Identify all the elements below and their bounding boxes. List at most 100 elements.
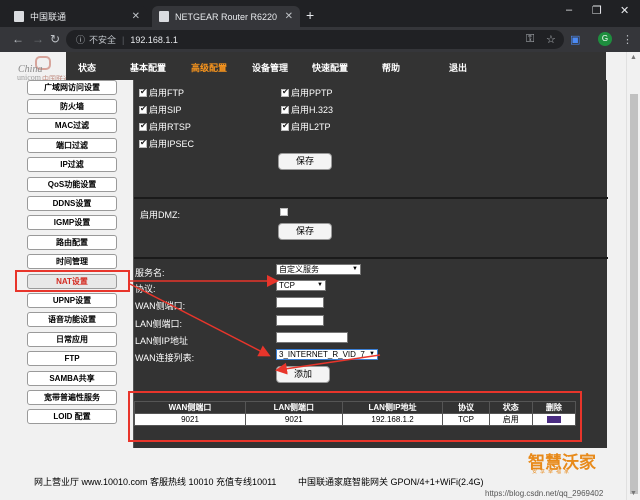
save-alg-button[interactable]: 保存 [278, 153, 332, 170]
sidebar-item-mac-filter[interactable]: MAC过滤 [27, 118, 117, 133]
footer-device: 中国联通家庭智能网关 GPON/4+1+WiFi(2.4G) [298, 477, 484, 487]
reload-icon[interactable]: ↻ [50, 32, 60, 46]
csdn-url-watermark: https://blog.csdn.net/qq_2969402 [485, 489, 604, 498]
wan-connection-label: WAN连接列表: [135, 353, 195, 363]
check-icon: ✔ [282, 103, 289, 113]
check-icon: ✔ [140, 120, 147, 130]
star-icon[interactable]: ☆ [546, 33, 556, 46]
footer-contact: 网上营业厅 www.10010.com 客服热线 10010 充值专线10011 [34, 477, 277, 487]
sip-alg-checkbox[interactable]: ✔ 启用SIP [139, 103, 182, 116]
new-tab-button[interactable]: + [306, 7, 314, 23]
nav-advanced-config[interactable]: 高级配置 [191, 61, 227, 74]
translate-icon[interactable]: ▣ [570, 33, 580, 46]
sidebar-item-firewall[interactable]: 防火墙 [27, 99, 117, 114]
sidebar-item-broadband[interactable]: 宽带普遍性服务 [27, 390, 117, 405]
tab-china-unicom[interactable]: 中国联通 ✕ [7, 6, 147, 27]
lan-ip-cell: 192.168.1.2 [341, 413, 444, 426]
profile-avatar[interactable]: G [598, 32, 612, 46]
maximize-button[interactable]: ❐ [592, 4, 602, 17]
rtsp-alg-checkbox[interactable]: ✔ 启用RTSP [139, 120, 191, 133]
sidebar-item-wan-access[interactable]: 广域网访问设置 [27, 80, 117, 95]
check-icon: ✔ [140, 103, 147, 113]
column-header: WAN侧端口 [133, 401, 247, 414]
dropdown-arrow-icon: ▼ [369, 351, 375, 357]
nat-highlight-box [15, 270, 130, 292]
sidebar-item-voice[interactable]: 语音功能设置 [27, 312, 117, 327]
sidebar-item-ip-filter[interactable]: IP过滤 [27, 157, 117, 172]
ftp-alg-checkbox[interactable]: ✔ 启用FTP [139, 86, 184, 99]
h323-alg-checkbox[interactable]: ✔ 启用H.323 [281, 103, 333, 116]
nav-basic-config[interactable]: 基本配置 [130, 61, 166, 74]
page-scrollbar[interactable]: ▲ ▼ [626, 52, 640, 500]
save-dmz-button[interactable]: 保存 [278, 223, 332, 240]
scroll-up-icon[interactable]: ▲ [630, 54, 637, 61]
close-tab-icon[interactable]: ✕ [285, 11, 293, 22]
protocol-select[interactable]: TCP ▼ [276, 280, 326, 291]
tab-title: 中国联通 [30, 12, 67, 22]
scroll-down-icon[interactable]: ▼ [630, 490, 637, 497]
sidebar-item-samba[interactable]: SAMBA共享 [27, 371, 117, 386]
sidebar-item-ddns[interactable]: DDNS设置 [27, 196, 117, 211]
scroll-thumb[interactable] [630, 94, 638, 494]
protocol-cell: TCP [442, 413, 490, 426]
column-header: LAN侧IP地址 [341, 401, 444, 414]
column-header: LAN侧端口 [245, 401, 343, 414]
sidebar-item-qos[interactable]: QoS功能设置 [27, 177, 117, 192]
section-divider [134, 257, 608, 259]
service-name-select[interactable]: 自定义服务 ▼ [276, 264, 361, 275]
dmz-checkbox[interactable] [280, 208, 290, 216]
nav-quick-config[interactable]: 快速配置 [312, 61, 348, 74]
wan-port-input[interactable] [276, 297, 324, 308]
service-name-label: 服务名: [135, 268, 165, 278]
lan-port-cell: 9021 [245, 413, 343, 426]
wan-port-cell: 9021 [133, 413, 247, 426]
nav-logout[interactable]: 退出 [449, 61, 467, 74]
forward-icon[interactable]: → [32, 32, 44, 46]
browser-toolbar: ← → ↻ ⓘ 不安全 | 192.168.1.1 ⚿ ☆ ▣ G ⋮ [0, 27, 640, 52]
check-icon: ✔ [140, 137, 147, 147]
sidebar-item-ftp[interactable]: FTP [27, 351, 117, 366]
wan-connection-select[interactable]: 3_INTERNET_R_VID_7 ▼ [276, 349, 378, 360]
sidebar-item-port-filter[interactable]: 端口过滤 [27, 138, 117, 153]
lan-ip-label: LAN侧IP地址 [135, 336, 189, 346]
back-icon[interactable]: ← [12, 32, 24, 46]
close-tab-icon[interactable]: ✕ [132, 11, 140, 22]
dropdown-arrow-icon: ▼ [317, 282, 323, 288]
lan-port-label: LAN侧端口: [135, 319, 183, 329]
close-window-button[interactable]: ✕ [620, 4, 629, 17]
page-icon [159, 11, 169, 22]
status-cell: 启用 [488, 413, 533, 426]
nav-status[interactable]: 状态 [78, 61, 96, 74]
sidebar-item-upnp[interactable]: UPNP设置 [27, 293, 117, 308]
add-rule-button[interactable]: 添加 [276, 366, 330, 383]
ipsec-alg-checkbox[interactable]: ✔ 启用IPSEC [139, 137, 194, 150]
sidebar-item-loid[interactable]: LOID 配置 [27, 409, 117, 424]
sidebar-item-time[interactable]: 时间管理 [27, 254, 117, 269]
key-icon[interactable]: ⚿ [526, 33, 534, 46]
column-header: 协议 [442, 401, 490, 414]
menu-dots-icon[interactable]: ⋮ [622, 33, 633, 46]
page-icon [14, 11, 24, 22]
tab-netgear[interactable]: NETGEAR Router R6220 ✕ [152, 6, 300, 27]
tab-title: NETGEAR Router R6220 [175, 11, 278, 22]
lan-port-input[interactable] [276, 315, 324, 326]
minimize-button[interactable]: – [566, 4, 572, 16]
nav-device-management[interactable]: 设备管理 [252, 61, 288, 74]
wan-port-label: WAN侧端口: [135, 301, 186, 311]
lan-ip-input[interactable] [276, 332, 348, 343]
nav-help[interactable]: 帮助 [382, 61, 400, 74]
sidebar-item-igmp[interactable]: IGMP设置 [27, 215, 117, 230]
check-icon: ✔ [282, 86, 289, 96]
info-icon[interactable]: ⓘ [76, 33, 85, 46]
delete-cell [531, 413, 577, 426]
pptp-alg-checkbox[interactable]: ✔ 启用PPTP [281, 86, 333, 99]
delete-button[interactable] [546, 416, 561, 424]
sidebar-item-routing[interactable]: 路由配置 [27, 235, 117, 250]
dmz-label: 启用DMZ: [140, 210, 180, 220]
sidebar-item-daily-apps[interactable]: 日常应用 [27, 332, 117, 347]
l2tp-alg-checkbox[interactable]: ✔ 启用L2TP [281, 120, 331, 133]
column-header: 状态 [488, 401, 533, 414]
section-divider [134, 197, 608, 199]
address-bar[interactable]: ⓘ 不安全 | 192.168.1.1 [66, 30, 564, 49]
url-text[interactable]: 192.168.1.1 [130, 35, 178, 45]
